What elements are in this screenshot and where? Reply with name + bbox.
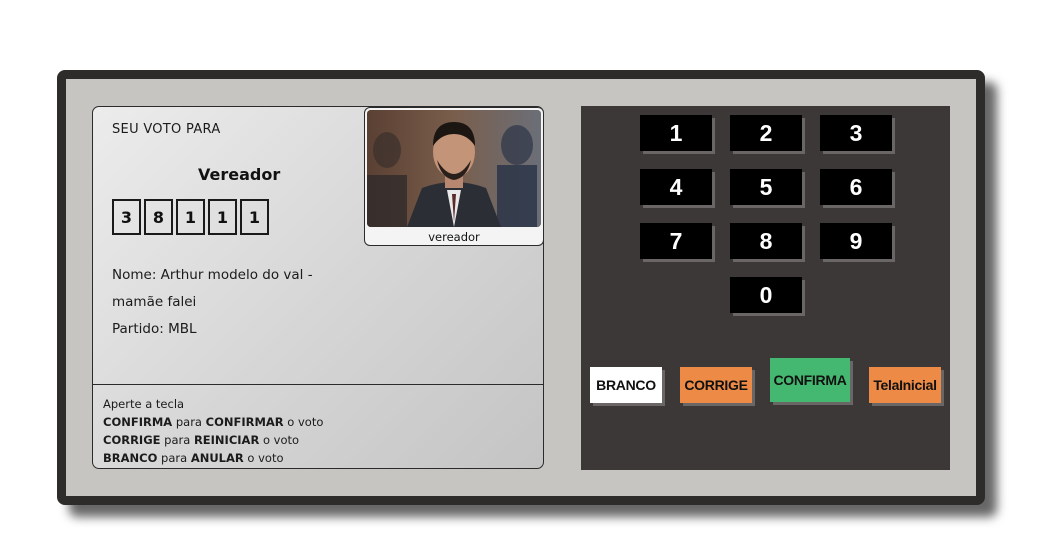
instruction-key: BRANCO	[103, 451, 158, 465]
candidate-party: Partido: MBL	[112, 321, 197, 337]
key-5[interactable]: 5	[730, 169, 802, 205]
key-1[interactable]: 1	[640, 115, 712, 151]
digit-box-2: 8	[144, 199, 173, 235]
instruction-branco: BRANCO para ANULAR o voto	[103, 449, 323, 467]
candidate-photo-image	[367, 110, 541, 227]
candidate-name-line2: mamãe falei	[112, 294, 197, 310]
key-7[interactable]: 7	[640, 223, 712, 259]
confirma-button[interactable]: CONFIRMA	[770, 358, 850, 402]
key-4[interactable]: 4	[640, 169, 712, 205]
corrige-button[interactable]: CORRIGE	[680, 367, 752, 403]
instruction-key: CORRIGE	[103, 433, 161, 447]
candidate-info: Nome: Arthur modelo do val - mamãe falei…	[112, 262, 352, 343]
instruction-text: o voto	[259, 433, 300, 447]
instruction-confirma: CONFIRMA para CONFIRMAR o voto	[103, 413, 323, 431]
key-2[interactable]: 2	[730, 115, 802, 151]
number-display: 3 8 1 1 1	[112, 199, 272, 235]
instructions: Aperte a tecla CONFIRMA para CONFIRMAR o…	[103, 395, 323, 467]
vote-heading: SEU VOTO PARA	[112, 122, 221, 137]
instruction-text: para	[172, 415, 206, 429]
key-9[interactable]: 9	[820, 223, 892, 259]
tela-inicial-button[interactable]: TelaInicial	[869, 367, 941, 403]
digit-box-4: 1	[208, 199, 237, 235]
candidate-photo-frame: vereador	[364, 107, 543, 246]
key-0[interactable]: 0	[730, 277, 802, 313]
key-6[interactable]: 6	[820, 169, 892, 205]
instruction-text: o voto	[283, 415, 324, 429]
candidate-photo	[367, 110, 541, 227]
screen-divider	[93, 384, 543, 385]
instruction-key: CONFIRMA	[103, 415, 173, 429]
instruction-text: para	[157, 451, 191, 465]
instruction-action: ANULAR	[190, 451, 244, 465]
instructions-intro: Aperte a tecla	[103, 397, 185, 411]
instruction-text: o voto	[243, 451, 284, 465]
instruction-action: REINICIAR	[193, 433, 260, 447]
instruction-corrige: CORRIGE para REINICIAR o voto	[103, 431, 323, 449]
key-8[interactable]: 8	[730, 223, 802, 259]
digit-box-1: 3	[112, 199, 141, 235]
branco-button[interactable]: BRANCO	[590, 367, 662, 403]
instruction-action: CONFIRMAR	[205, 415, 284, 429]
candidate-name-line1: Nome: Arthur modelo do val -	[112, 267, 313, 283]
office-title: Vereador	[198, 165, 281, 184]
key-3[interactable]: 3	[820, 115, 892, 151]
instruction-text: para	[160, 433, 194, 447]
keypad-panel: 1 2 3 4 5 6 7 8 9 0 BRANCO CORRIGE CONFI…	[581, 106, 950, 470]
photo-caption: vereador	[428, 230, 480, 244]
voting-screen: SEU VOTO PARA Vereador 3 8 1 1 1 Nome: A…	[92, 106, 544, 469]
digit-box-5: 1	[240, 199, 269, 235]
digit-box-3: 1	[176, 199, 205, 235]
